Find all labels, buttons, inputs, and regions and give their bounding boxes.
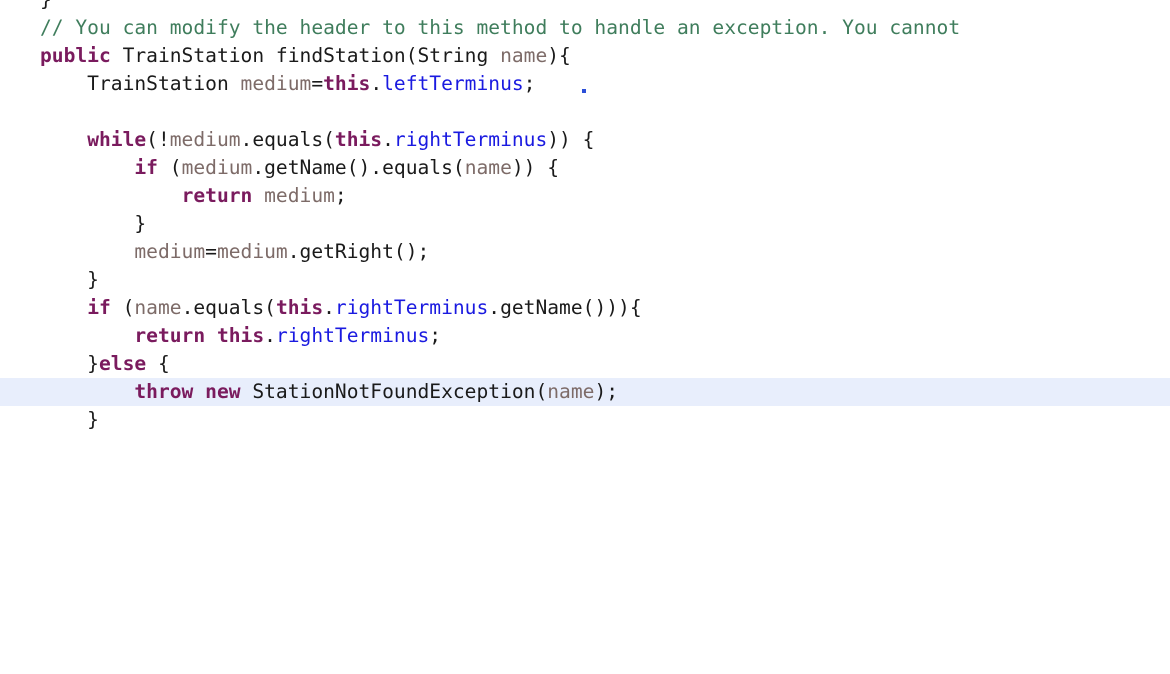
code-token-keyword: if [134,156,158,179]
code-token-keyword: new [205,380,241,403]
code-line[interactable]: TrainStation medium=this.leftTerminus; [0,70,1170,98]
code-token-plain: . [370,72,383,95]
code-line[interactable]: while(!medium.equals(this.rightTerminus)… [0,126,1170,154]
code-token-keyword: return [134,324,206,347]
code-token-plain: = [311,72,324,95]
code-token-plain: .getName())){ [488,296,642,319]
code-line[interactable] [0,98,1170,126]
code-line[interactable]: } [0,0,1170,14]
code-token-plain: ; [334,184,347,207]
code-token-variable: medium [240,72,312,95]
code-token-plain: )) { [547,128,595,151]
code-token-plain: StationNotFoundException( [240,380,548,403]
code-line[interactable]: if (name.equals(this.rightTerminus.getNa… [0,294,1170,322]
code-line[interactable]: } [0,210,1170,238]
code-token-plain: } [40,0,52,11]
code-token-variable: medium [181,156,253,179]
code-token-keyword: throw [134,380,194,403]
code-token-plain: ( [157,156,182,179]
code-token-variable: name [134,296,182,319]
code-token-variable: medium [169,128,241,151]
code-line[interactable]: medium=medium.getRight(); [0,238,1170,266]
code-line[interactable]: return this.rightTerminus; [0,322,1170,350]
code-text-area[interactable]: } // You can modify the header to this me… [0,0,1170,434]
code-line[interactable]: // You can modify the header to this met… [0,14,1170,42]
code-line[interactable]: }else { [0,350,1170,378]
code-line[interactable]: } [0,266,1170,294]
code-token-plain: .getRight(); [287,240,430,263]
code-token-comment: // You can modify the header to this met… [40,16,961,39]
code-token-variable: medium [134,240,206,263]
code-token-keyword: if [87,296,111,319]
code-token-plain: { [146,352,170,375]
code-token-variable: name [500,44,548,67]
code-token-plain: TrainStation [40,72,241,95]
code-token-plain: ){ [547,44,571,67]
code-token-plain: = [205,240,217,263]
code-token-keyword: this [216,324,265,347]
code-token-plain: ; [523,72,536,95]
code-token-keyword: while [87,128,147,151]
code-token-variable: medium [216,240,288,263]
code-token-field: rightTerminus [334,296,489,319]
code-line[interactable]: if (medium.getName().equals(name)) { [0,154,1170,182]
code-token-keyword: public [40,44,111,67]
code-token-plain: ; [429,324,442,347]
code-token-variable: name [547,380,595,403]
code-token-plain: . [382,128,394,151]
code-token-field: rightTerminus [393,128,548,151]
code-token-plain: )) { [511,156,560,179]
code-token-keyword: return [181,184,253,207]
code-token-keyword: this [275,296,324,319]
code-token-field: leftTerminus [382,72,524,95]
code-token-plain: TrainStation findStation(String [110,44,501,67]
parameter-marker-icon [582,89,586,93]
code-token-plain: . [323,296,335,319]
code-editor-viewport[interactable]: } // You can modify the header to this me… [0,0,1170,674]
code-token-plain: .getName().equals( [252,156,465,179]
code-token-plain: .equals( [240,128,335,151]
code-token-plain: ( [110,296,135,319]
code-token-keyword: this [323,72,371,95]
code-token-plain: . [264,324,276,347]
code-token-plain: .equals( [181,296,276,319]
code-token-keyword: this [334,128,383,151]
code-token-plain: } [40,352,99,375]
code-line[interactable]: } [0,406,1170,434]
code-token-plain: (! [146,128,170,151]
code-token-plain: } [40,408,99,431]
code-token-plain: } [40,268,99,291]
code-token-variable: medium [264,184,335,207]
code-line[interactable]: public TrainStation findStation(String n… [0,42,1170,70]
code-token-field: rightTerminus [275,324,430,347]
code-token-plain: } [40,212,147,235]
code-line-current[interactable]: throw new StationNotFoundException(name)… [0,378,1170,406]
code-token-plain: ); [594,380,619,403]
code-line[interactable]: return medium; [0,182,1170,210]
code-token-variable: name [464,156,512,179]
code-token-keyword: else [98,352,147,375]
